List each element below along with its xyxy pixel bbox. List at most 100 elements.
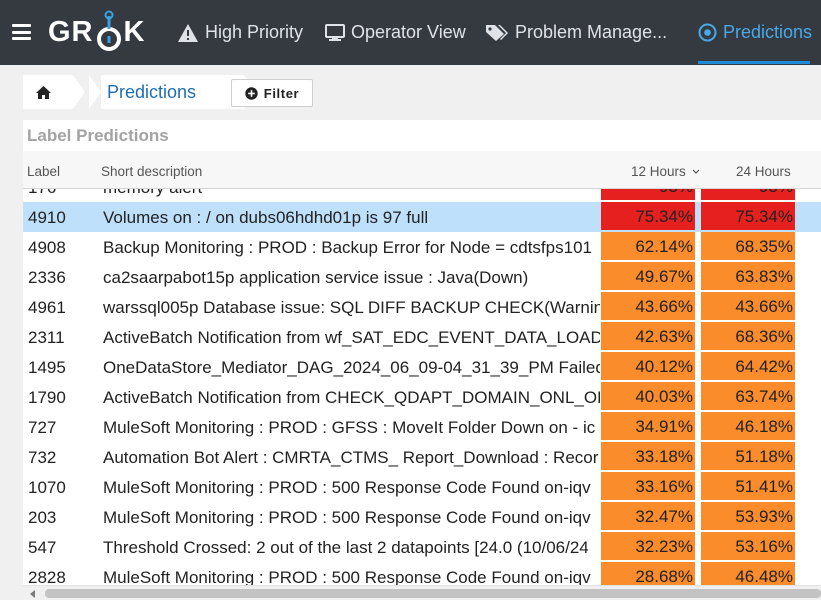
table-row[interactable]: 1790 ActiveBatch Notification from CHECK_… <box>23 382 821 412</box>
nav-predictions-label: Predictions <box>723 22 813 42</box>
row-label-cell: 732 <box>28 448 57 467</box>
table-row[interactable]: 732 Automation Bot Alert : CMRTA_CTMS_ Re… <box>23 442 821 472</box>
column-header-12-hours[interactable]: 12 Hours <box>631 164 700 179</box>
row-24-hours-cell: 63.74% <box>701 382 795 410</box>
top-navbar: GR K High Priority Operator View Problem… <box>0 0 821 65</box>
column-header-24-hours[interactable]: 24 Hours <box>736 164 791 179</box>
row-label-cell: 2311 <box>28 328 65 347</box>
row-24-hours-cell: 75.34% <box>701 202 795 230</box>
row-12-hours-cell: 28.68% <box>601 562 695 585</box>
row-24-hours-cell: 43.66% <box>701 292 795 320</box>
breadcrumb-current-label: Predictions <box>107 81 197 102</box>
table-row[interactable]: 547 Threshold Crossed: 2 out of the last … <box>23 532 821 562</box>
nav-high-priority-label: High Priority <box>205 22 304 42</box>
filter-button[interactable]: Filter <box>231 79 313 107</box>
table-row[interactable]: 176memory alert93%93% <box>23 189 821 202</box>
table-row[interactable]: 4910 Volumes on : / on dubs06hdhd01p is 9… <box>23 202 821 232</box>
horizontal-scrollbar[interactable] <box>23 585 821 600</box>
column-header-description[interactable]: Short description <box>101 164 202 179</box>
row-24-hours-cell: 46.18% <box>701 412 795 440</box>
table-row[interactable]: 4908 Backup Monitoring : PROD : Backup Er… <box>23 232 821 262</box>
row-description-cell: ActiveBatch Notification from CHECK_QDAP… <box>103 388 600 407</box>
nav-predictions[interactable]: Predictions <box>698 0 812 65</box>
row-12-hours-cell: 93% <box>601 189 695 200</box>
breadcrumb: Predictions <box>23 75 256 109</box>
tags-icon <box>486 24 508 41</box>
sort-desc-icon <box>692 170 699 175</box>
logo-text-left: GR <box>48 15 94 48</box>
table-row[interactable]: 1495 OneDataStore_Mediator_DAG_2024_06_09… <box>23 352 821 382</box>
row-24-hours-cell: 46.48% <box>701 562 795 585</box>
row-description-cell: memory alert <box>103 189 600 198</box>
row-description-cell: MuleSoft Monitoring : PROD : 500 Respons… <box>103 508 591 527</box>
column-header-label[interactable]: Label <box>27 164 60 179</box>
plus-circle-icon <box>245 86 258 100</box>
table-rows: 176memory alert93%93%4910Volumes on : / … <box>23 189 821 585</box>
row-label-cell: 4910 <box>28 208 66 227</box>
menu-icon[interactable] <box>12 24 31 40</box>
app-logo[interactable]: GR K <box>48 8 145 56</box>
scroll-left-icon[interactable] <box>30 590 35 598</box>
row-24-hours-cell: 51.18% <box>701 442 795 470</box>
row-12-hours-cell: 40.03% <box>601 382 695 410</box>
filter-button-label: Filter <box>263 85 300 101</box>
row-description-cell: Volumes on : / on dubs06hdhd01p is 97 fu… <box>103 208 429 227</box>
lightbulb-icon <box>96 10 121 51</box>
table-header: Label Short description 12 Hours 24 Hour… <box>23 151 821 189</box>
nav-problem-management[interactable]: Problem Manage... <box>485 0 667 65</box>
panel-title: Label Predictions <box>23 120 821 151</box>
row-description-cell: ca2saarpabot15p application service issu… <box>103 268 529 287</box>
table-row[interactable]: 2828 MuleSoft Monitoring : PROD : 500 Res… <box>23 562 821 585</box>
breadcrumb-home[interactable] <box>23 75 85 109</box>
row-description-cell: MuleSoft Monitoring : PROD : 500 Respons… <box>103 478 591 497</box>
row-description-cell: Automation Bot Alert : CMRTA_CTMS_ Repor… <box>103 448 599 467</box>
monitor-icon <box>325 23 345 41</box>
row-24-hours-cell: 53.16% <box>701 532 795 560</box>
table-row[interactable]: 727 MuleSoft Monitoring : PROD : GFSS : M… <box>23 412 821 442</box>
row-12-hours-cell: 49.67% <box>601 262 695 290</box>
table-row[interactable]: 4961 warssql005p Database issue: SQL DIFF… <box>23 292 821 322</box>
row-description-cell: Threshold Crossed: 2 out of the last 2 d… <box>103 538 589 557</box>
row-12-hours-cell: 33.16% <box>601 472 695 500</box>
active-tab-indicator <box>698 61 810 64</box>
breadcrumb-predictions[interactable]: Predictions <box>89 75 256 109</box>
row-label-cell: 2336 <box>28 268 66 287</box>
nav-problem-management-label: Problem Manage... <box>515 22 668 42</box>
row-description-cell: Backup Monitoring : PROD : Backup Error … <box>103 238 592 257</box>
row-description-cell: MuleSoft Monitoring : PROD : 500 Respons… <box>103 568 591 585</box>
row-label-cell: 176 <box>28 189 98 198</box>
row-12-hours-cell: 32.23% <box>601 532 695 560</box>
row-label-cell: 4908 <box>28 238 66 257</box>
row-24-hours-cell: 53.93% <box>701 502 795 530</box>
row-description-cell: OneDataStore_Mediator_DAG_2024_06_09-04_… <box>103 358 600 377</box>
row-12-hours-cell: 42.63% <box>601 322 695 350</box>
dot-circle-icon <box>698 23 717 42</box>
predictions-table: 176memory alert93%93%4910Volumes on : / … <box>23 189 821 585</box>
row-label-cell: 1790 <box>28 388 66 407</box>
row-description-cell: ActiveBatch Notification from wf_SAT_EDC… <box>103 328 600 347</box>
row-label-cell: 547 <box>28 538 57 557</box>
row-12-hours-cell: 32.47% <box>601 502 695 530</box>
logo-text-right: K <box>123 15 146 48</box>
warning-icon <box>178 23 198 42</box>
table-row[interactable]: 1070 MuleSoft Monitoring : PROD : 500 Res… <box>23 472 821 502</box>
scrollbar-thumb[interactable] <box>45 589 821 598</box>
row-24-hours-cell: 93% <box>701 189 795 200</box>
row-24-hours-cell: 51.41% <box>701 472 795 500</box>
table-row[interactable]: 2311 ActiveBatch Notification from wf_SAT… <box>23 322 821 352</box>
nav-high-priority[interactable]: High Priority <box>177 0 303 65</box>
nav-operator-view-label: Operator View <box>351 22 466 42</box>
row-24-hours-cell: 63.83% <box>701 262 795 290</box>
table-row[interactable]: 203 MuleSoft Monitoring : PROD : 500 Resp… <box>23 502 821 532</box>
column-header-12-hours-label: 12 Hours <box>631 164 686 179</box>
row-label-cell: 4961 <box>28 298 66 317</box>
home-icon <box>36 85 51 99</box>
row-12-hours-cell: 40.12% <box>601 352 695 380</box>
row-label-cell: 2828 <box>28 568 66 585</box>
table-row[interactable]: 2336 ca2saarpabot15p application service … <box>23 262 821 292</box>
row-label-cell: 727 <box>28 418 57 437</box>
row-24-hours-cell: 64.42% <box>701 352 795 380</box>
row-12-hours-cell: 34.91% <box>601 412 695 440</box>
row-label-cell: 203 <box>28 508 57 527</box>
nav-operator-view[interactable]: Operator View <box>325 0 466 65</box>
